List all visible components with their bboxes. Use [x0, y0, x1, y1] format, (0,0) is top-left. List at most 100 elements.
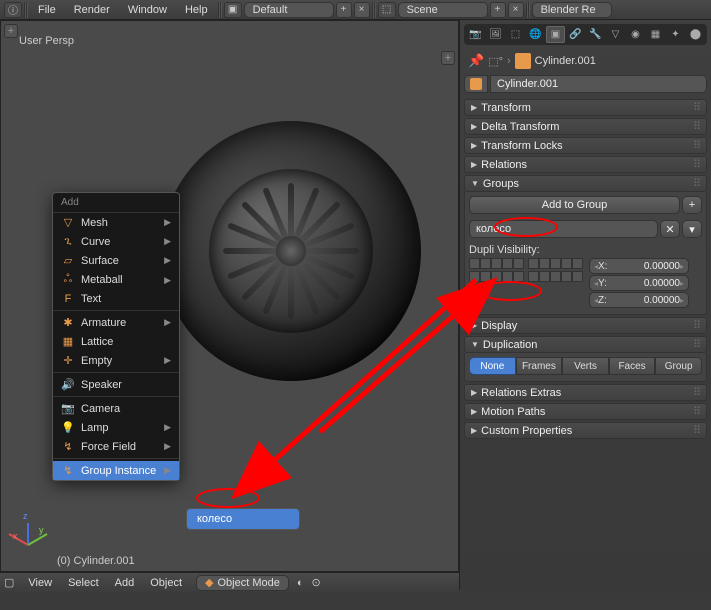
menu-window[interactable]: Window: [120, 2, 175, 18]
menu-file[interactable]: File: [30, 2, 64, 18]
editor-type-icon[interactable]: ▢: [4, 576, 14, 589]
submenu-item-koleso[interactable]: колесо: [187, 509, 299, 529]
add-group-plus-button[interactable]: +: [682, 196, 702, 214]
layout-add-button[interactable]: +: [336, 2, 352, 18]
tab-particles[interactable]: ✦: [666, 26, 685, 43]
caret-right-icon: ▶: [471, 388, 477, 397]
offset-y-field[interactable]: ◂Y:0.00000▸: [589, 275, 689, 291]
add-menu-text[interactable]: FText: [53, 290, 179, 308]
dupli-none-button[interactable]: None: [469, 357, 516, 375]
panel-relations-extras-header[interactable]: ▶Relations Extras⠿: [464, 384, 707, 401]
tab-data[interactable]: ▽: [606, 26, 625, 43]
separator: [218, 2, 222, 18]
panel-motion-paths-header[interactable]: ▶Motion Paths⠿: [464, 403, 707, 420]
add-to-group-button[interactable]: Add to Group: [469, 196, 680, 214]
shading-icon[interactable]: ◐: [297, 577, 304, 589]
panel-delta-transform-header[interactable]: ▶Delta Transform⠿: [464, 118, 707, 135]
dupli-faces-button[interactable]: Faces: [609, 357, 656, 375]
tab-render[interactable]: 📷: [466, 26, 485, 43]
pin-icon[interactable]: 📌: [468, 53, 484, 69]
surface-icon: ▱: [61, 254, 75, 267]
hub: [276, 236, 306, 266]
chevron-right-icon: ▶: [164, 275, 171, 286]
tab-material[interactable]: ◉: [626, 26, 645, 43]
offset-x-field[interactable]: ◂X:0.00000▸: [589, 258, 689, 274]
group-specials-button[interactable]: ▾: [682, 220, 702, 238]
grip-icon: ⠿: [693, 386, 700, 399]
viewport-column: User Persp + + z y x (0) Cylinder.001 ▢: [0, 20, 459, 590]
add-menu-empty[interactable]: ✛Empty▶: [53, 351, 179, 370]
add-menu-curve[interactable]: ጊCurve▶: [53, 232, 179, 251]
caret-right-icon: ▶: [471, 141, 477, 150]
force field-icon: ↯: [61, 440, 75, 453]
mode-label: Object Mode: [217, 577, 279, 589]
lamp-icon: 💡: [61, 421, 75, 434]
info-icon[interactable]: ⓘ: [4, 2, 22, 18]
add-menu-mesh[interactable]: ▽Mesh▶: [53, 213, 179, 232]
group instance-icon: ↯: [61, 464, 75, 477]
engine-field[interactable]: Blender Re: [532, 2, 612, 18]
scene-remove-button[interactable]: ×: [508, 2, 524, 18]
panel-transform-locks-header[interactable]: ▶Transform Locks⠿: [464, 137, 707, 154]
object-name-row: [464, 75, 707, 93]
vp-menu-add[interactable]: Add: [109, 575, 141, 591]
panel-transform-header[interactable]: ▶Transform⠿: [464, 99, 707, 116]
region-toggle-right[interactable]: +: [441, 51, 455, 65]
group-name-input[interactable]: [469, 220, 658, 238]
add-menu-speaker[interactable]: 🔊Speaker: [53, 375, 179, 394]
add-menu-lattice[interactable]: ▦Lattice: [53, 332, 179, 351]
remove-group-button[interactable]: ✕: [660, 220, 680, 238]
layer-grid[interactable]: [469, 258, 583, 308]
add-menu-lamp[interactable]: 💡Lamp▶: [53, 418, 179, 437]
caret-down-icon: ▼: [471, 340, 479, 349]
pivot-icon[interactable]: ⊙: [312, 576, 321, 589]
vp-menu-view[interactable]: View: [22, 575, 58, 591]
dupli-group-button[interactable]: Group: [655, 357, 702, 375]
scene-dropdown-icon[interactable]: ⬚: [378, 2, 396, 18]
panel-display-header[interactable]: ▶Display⠿: [464, 317, 707, 334]
vp-menu-object[interactable]: Object: [144, 575, 188, 591]
vp-menu-select[interactable]: Select: [62, 575, 105, 591]
tab-scene[interactable]: ⬚: [506, 26, 525, 43]
panel-duplication-header[interactable]: ▼ Duplication ⠿: [464, 336, 707, 353]
panel-custom-properties-header[interactable]: ▶Custom Properties⠿: [464, 422, 707, 439]
dupli-frames-button[interactable]: Frames: [516, 357, 563, 375]
object-name-input[interactable]: [490, 75, 707, 93]
layout-dropdown-icon[interactable]: ▣: [224, 2, 242, 18]
mode-selector[interactable]: ◆ Object Mode: [196, 575, 289, 591]
offset-z-field[interactable]: ◂Z:0.00000▸: [589, 292, 689, 308]
scene-field[interactable]: Scene: [398, 2, 488, 18]
tab-object[interactable]: ▣: [546, 26, 565, 43]
layout-remove-button[interactable]: ×: [354, 2, 370, 18]
add-menu-camera[interactable]: 📷Camera: [53, 399, 179, 418]
add-menu-surface[interactable]: ▱Surface▶: [53, 251, 179, 270]
tab-constraints[interactable]: 🔗: [566, 26, 585, 43]
tab-physics[interactable]: ⬤: [686, 26, 705, 43]
breadcrumb-object: Cylinder.001: [535, 55, 596, 67]
mesh-icon: ▽: [61, 216, 75, 229]
datablock-icon[interactable]: [464, 75, 488, 93]
add-menu-group-instance[interactable]: ↯Group Instance▶: [53, 461, 179, 480]
menu-render[interactable]: Render: [66, 2, 118, 18]
add-menu-metaball[interactable]: ஃMetaball▶: [53, 270, 179, 290]
tab-render-layers[interactable]: 🖼: [486, 26, 505, 43]
tab-modifiers[interactable]: 🔧: [586, 26, 605, 43]
dupli-verts-button[interactable]: Verts: [562, 357, 609, 375]
scene-add-button[interactable]: +: [490, 2, 506, 18]
menu-help[interactable]: Help: [177, 2, 216, 18]
grip-icon: ⠿: [693, 424, 700, 437]
wheel-object: [161, 121, 421, 381]
region-toggle-left[interactable]: +: [4, 24, 18, 38]
panel-groups-title: Groups: [483, 178, 519, 190]
tab-texture[interactable]: ▦: [646, 26, 665, 43]
add-menu-armature[interactable]: ✱Armature▶: [53, 313, 179, 332]
layout-field[interactable]: Default: [244, 2, 334, 18]
armature-icon: ✱: [61, 316, 75, 329]
perspective-label: User Persp: [19, 35, 74, 47]
panel-relations-header[interactable]: ▶Relations⠿: [464, 156, 707, 173]
metaball-icon: ஃ: [61, 273, 75, 287]
add-menu-force-field[interactable]: ↯Force Field▶: [53, 437, 179, 456]
tab-world[interactable]: 🌐: [526, 26, 545, 43]
panel-groups-header[interactable]: ▼ Groups ⠿: [464, 175, 707, 192]
chevron-right-icon: ▶: [164, 255, 171, 266]
